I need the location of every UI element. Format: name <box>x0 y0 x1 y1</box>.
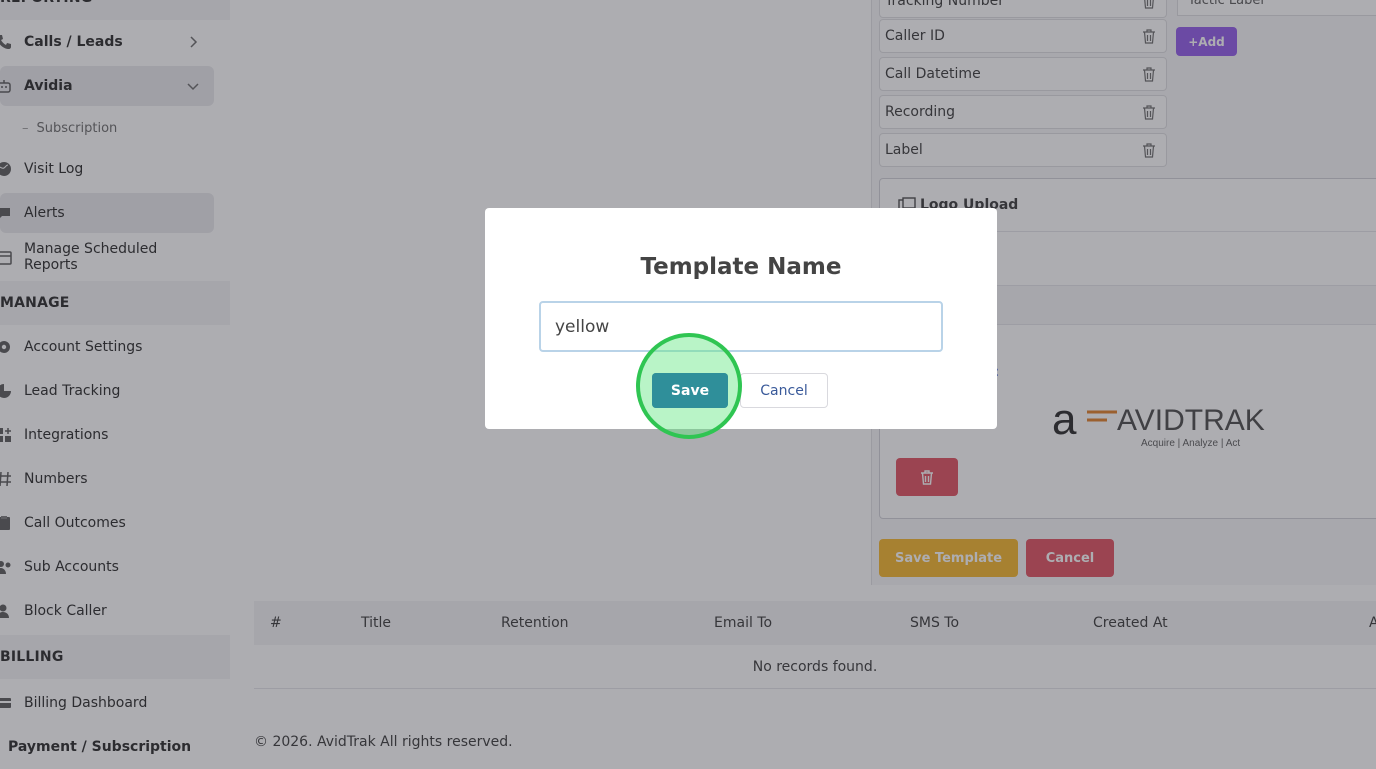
cancel-button[interactable]: Cancel <box>740 373 828 408</box>
template-name-input[interactable] <box>539 301 943 352</box>
save-button-highlighted[interactable]: Save <box>652 373 728 408</box>
modal-title: Template Name <box>640 254 842 280</box>
